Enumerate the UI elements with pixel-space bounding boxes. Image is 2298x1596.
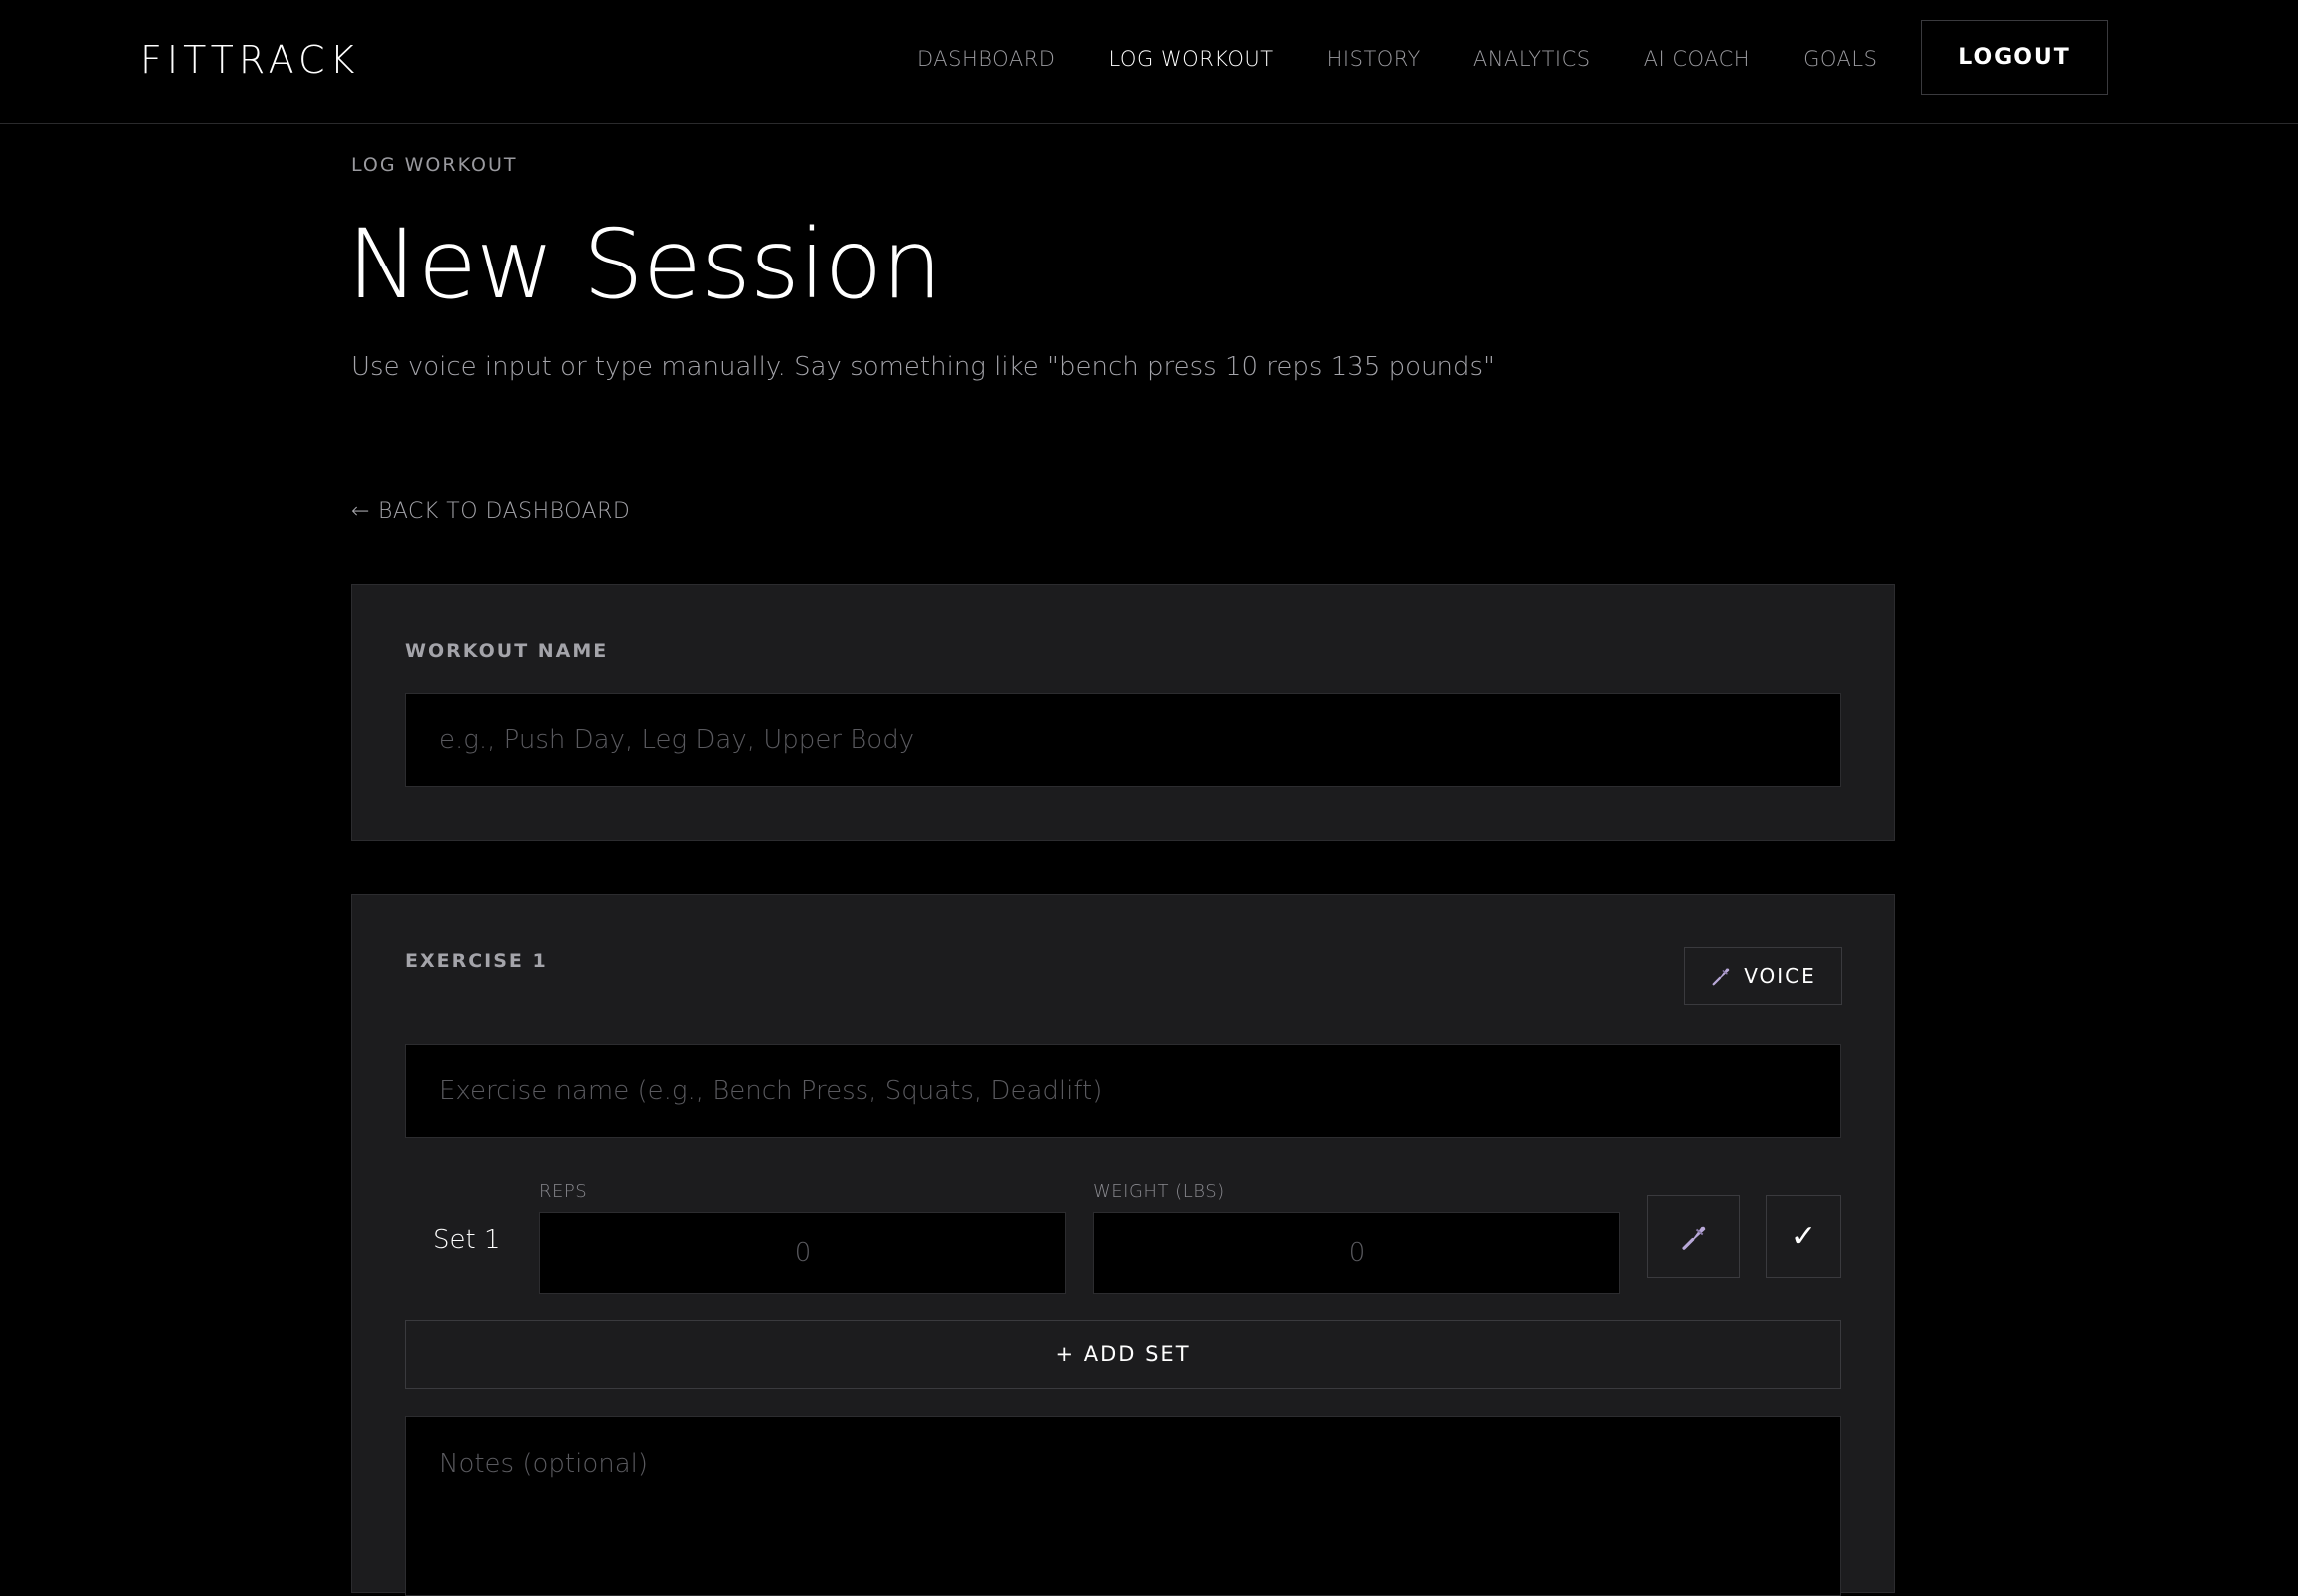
exercise-name-input[interactable]	[405, 1044, 1841, 1138]
nav-link-ai-coach[interactable]: AI COACH	[1644, 44, 1751, 74]
exercise-panel: EXERCISE 1 VOICE Set 1 REPS WEIGHT (LBS)…	[351, 894, 1895, 1596]
workout-name-panel: WORKOUT NAME	[351, 584, 1895, 841]
set-voice-button[interactable]	[1647, 1195, 1740, 1278]
nav-link-history[interactable]: HISTORY	[1327, 44, 1421, 74]
app-logo[interactable]: FITTRACK	[140, 36, 359, 84]
page-eyebrow: LOG WORKOUT	[351, 154, 518, 176]
confirm-set-button[interactable]: ✓	[1766, 1195, 1841, 1278]
notes-textarea[interactable]	[405, 1416, 1841, 1596]
top-nav: FITTRACK DASHBOARD LOG WORKOUT HISTORY A…	[0, 0, 2298, 124]
back-to-dashboard-link[interactable]: ← BACK TO DASHBOARD	[351, 499, 630, 524]
back-link-label: BACK TO DASHBOARD	[377, 499, 631, 524]
voice-button[interactable]: VOICE	[1684, 947, 1842, 1005]
nav-link-dashboard[interactable]: DASHBOARD	[917, 44, 1055, 74]
workout-name-label: WORKOUT NAME	[405, 640, 609, 662]
logout-button[interactable]: LOGOUT	[1921, 20, 2108, 95]
page-title: New Session	[347, 209, 942, 320]
microphone-icon	[1712, 968, 1730, 986]
weight-label: WEIGHT (LBS)	[1093, 1181, 1225, 1202]
voice-button-label: VOICE	[1744, 964, 1816, 988]
check-icon: ✓	[1790, 1218, 1817, 1254]
reps-label: REPS	[539, 1181, 588, 1202]
weight-input[interactable]	[1093, 1212, 1620, 1294]
workout-name-input[interactable]	[405, 693, 1841, 787]
microphone-icon	[1681, 1226, 1705, 1250]
nav-link-goals[interactable]: GOALS	[1803, 44, 1877, 74]
add-set-button[interactable]: + ADD SET	[405, 1320, 1841, 1389]
set-label: Set 1	[433, 1225, 501, 1255]
nav-links: DASHBOARD LOG WORKOUT HISTORY ANALYTICS …	[917, 44, 1930, 74]
exercise-label: EXERCISE 1	[405, 950, 548, 972]
page-subtitle: Use voice input or type manually. Say so…	[351, 352, 1496, 382]
arrow-left-icon: ←	[351, 499, 370, 524]
reps-input[interactable]	[539, 1212, 1066, 1294]
nav-link-log-workout[interactable]: LOG WORKOUT	[1108, 44, 1273, 74]
nav-link-analytics[interactable]: ANALYTICS	[1473, 44, 1591, 74]
